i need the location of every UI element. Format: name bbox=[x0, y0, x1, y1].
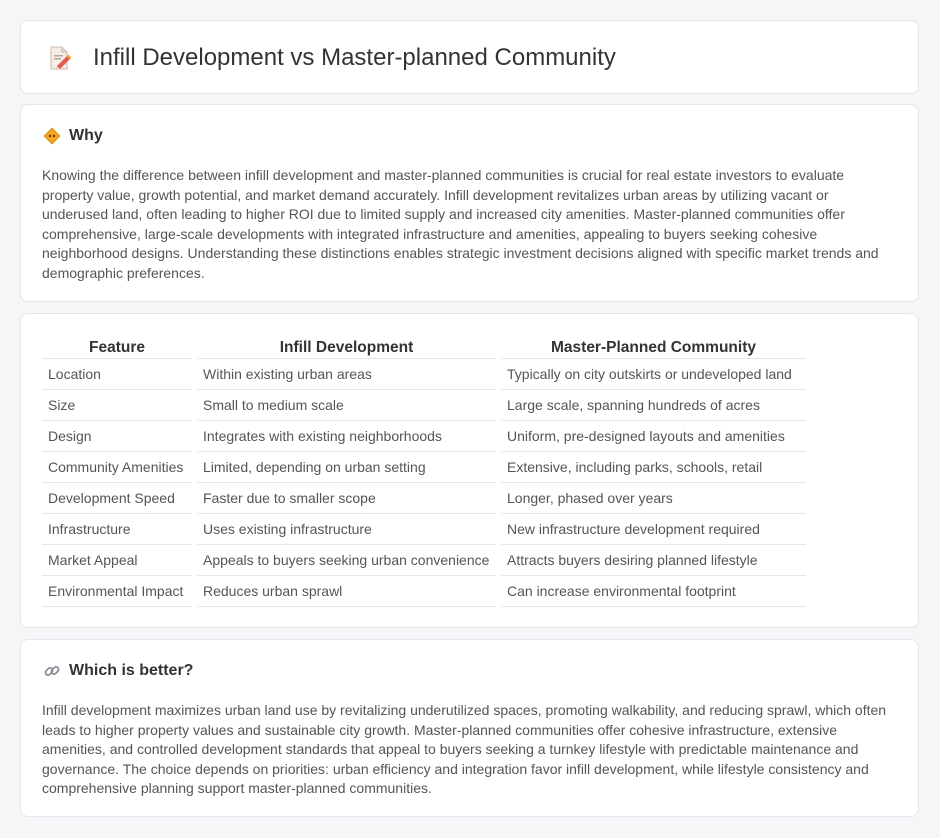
table-header-row: Feature Infill Development Master-Planne… bbox=[42, 336, 806, 359]
table-row: Location Within existing urban areas Typ… bbox=[42, 359, 806, 390]
title-card: Infill Development vs Master-planned Com… bbox=[20, 20, 919, 94]
why-header: Why bbox=[43, 127, 103, 145]
cell-master-planned: Longer, phased over years bbox=[501, 483, 806, 514]
table-row: Design Integrates with existing neighbor… bbox=[42, 421, 806, 452]
cell-infill: Integrates with existing neighborhoods bbox=[197, 421, 496, 452]
comparison-table: Feature Infill Development Master-Planne… bbox=[37, 336, 811, 607]
cell-feature: Location bbox=[42, 359, 192, 390]
cell-infill: Reduces urban sprawl bbox=[197, 576, 496, 607]
cell-master-planned: Attracts buyers desiring planned lifesty… bbox=[501, 545, 806, 576]
table-row: Infrastructure Uses existing infrastruct… bbox=[42, 514, 806, 545]
header-feature: Feature bbox=[42, 336, 192, 359]
cell-feature: Market Appeal bbox=[42, 545, 192, 576]
cell-master-planned: Typically on city outskirts or undevelop… bbox=[501, 359, 806, 390]
why-heading: Why bbox=[69, 127, 103, 144]
cell-infill: Limited, depending on urban setting bbox=[197, 452, 496, 483]
table-row: Community Amenities Limited, depending o… bbox=[42, 452, 806, 483]
cell-feature: Design bbox=[42, 421, 192, 452]
cell-master-planned: New infrastructure development required bbox=[501, 514, 806, 545]
diamond-sign-icon bbox=[43, 127, 61, 145]
cell-feature: Environmental Impact bbox=[42, 576, 192, 607]
cell-feature: Development Speed bbox=[42, 483, 192, 514]
page-title: Infill Development vs Master-planned Com… bbox=[93, 44, 616, 71]
better-heading: Which is better? bbox=[69, 662, 194, 679]
cell-feature: Community Amenities bbox=[42, 452, 192, 483]
why-text: Knowing the difference between infill de… bbox=[42, 167, 879, 281]
link-icon bbox=[43, 662, 61, 680]
table-row: Size Small to medium scale Large scale, … bbox=[42, 390, 806, 421]
which-is-better-section: Which is better? Infill development maxi… bbox=[20, 639, 919, 817]
cell-master-planned: Extensive, including parks, schools, ret… bbox=[501, 452, 806, 483]
cell-infill: Appeals to buyers seeking urban convenie… bbox=[197, 545, 496, 576]
why-section: Why Knowing the difference between infil… bbox=[20, 104, 919, 302]
table-row: Market Appeal Appeals to buyers seeking … bbox=[42, 545, 806, 576]
better-text: Infill development maximizes urban land … bbox=[42, 702, 887, 796]
cell-feature: Size bbox=[42, 390, 192, 421]
table-row: Environmental Impact Reduces urban spraw… bbox=[42, 576, 806, 607]
cell-master-planned: Can increase environmental footprint bbox=[501, 576, 806, 607]
header-infill: Infill Development bbox=[197, 336, 496, 359]
cell-master-planned: Large scale, spanning hundreds of acres bbox=[501, 390, 806, 421]
header-master-planned: Master-Planned Community bbox=[501, 336, 806, 359]
cell-infill: Uses existing infrastructure bbox=[197, 514, 496, 545]
better-header: Which is better? bbox=[43, 662, 193, 680]
cell-infill: Small to medium scale bbox=[197, 390, 496, 421]
document-pencil-icon bbox=[45, 44, 73, 72]
cell-feature: Infrastructure bbox=[42, 514, 192, 545]
cell-infill: Faster due to smaller scope bbox=[197, 483, 496, 514]
table-row: Development Speed Faster due to smaller … bbox=[42, 483, 806, 514]
title-row: Infill Development vs Master-planned Com… bbox=[45, 21, 616, 95]
comparison-section: Feature Infill Development Master-Planne… bbox=[20, 313, 919, 628]
cell-master-planned: Uniform, pre-designed layouts and amenit… bbox=[501, 421, 806, 452]
cell-infill: Within existing urban areas bbox=[197, 359, 496, 390]
